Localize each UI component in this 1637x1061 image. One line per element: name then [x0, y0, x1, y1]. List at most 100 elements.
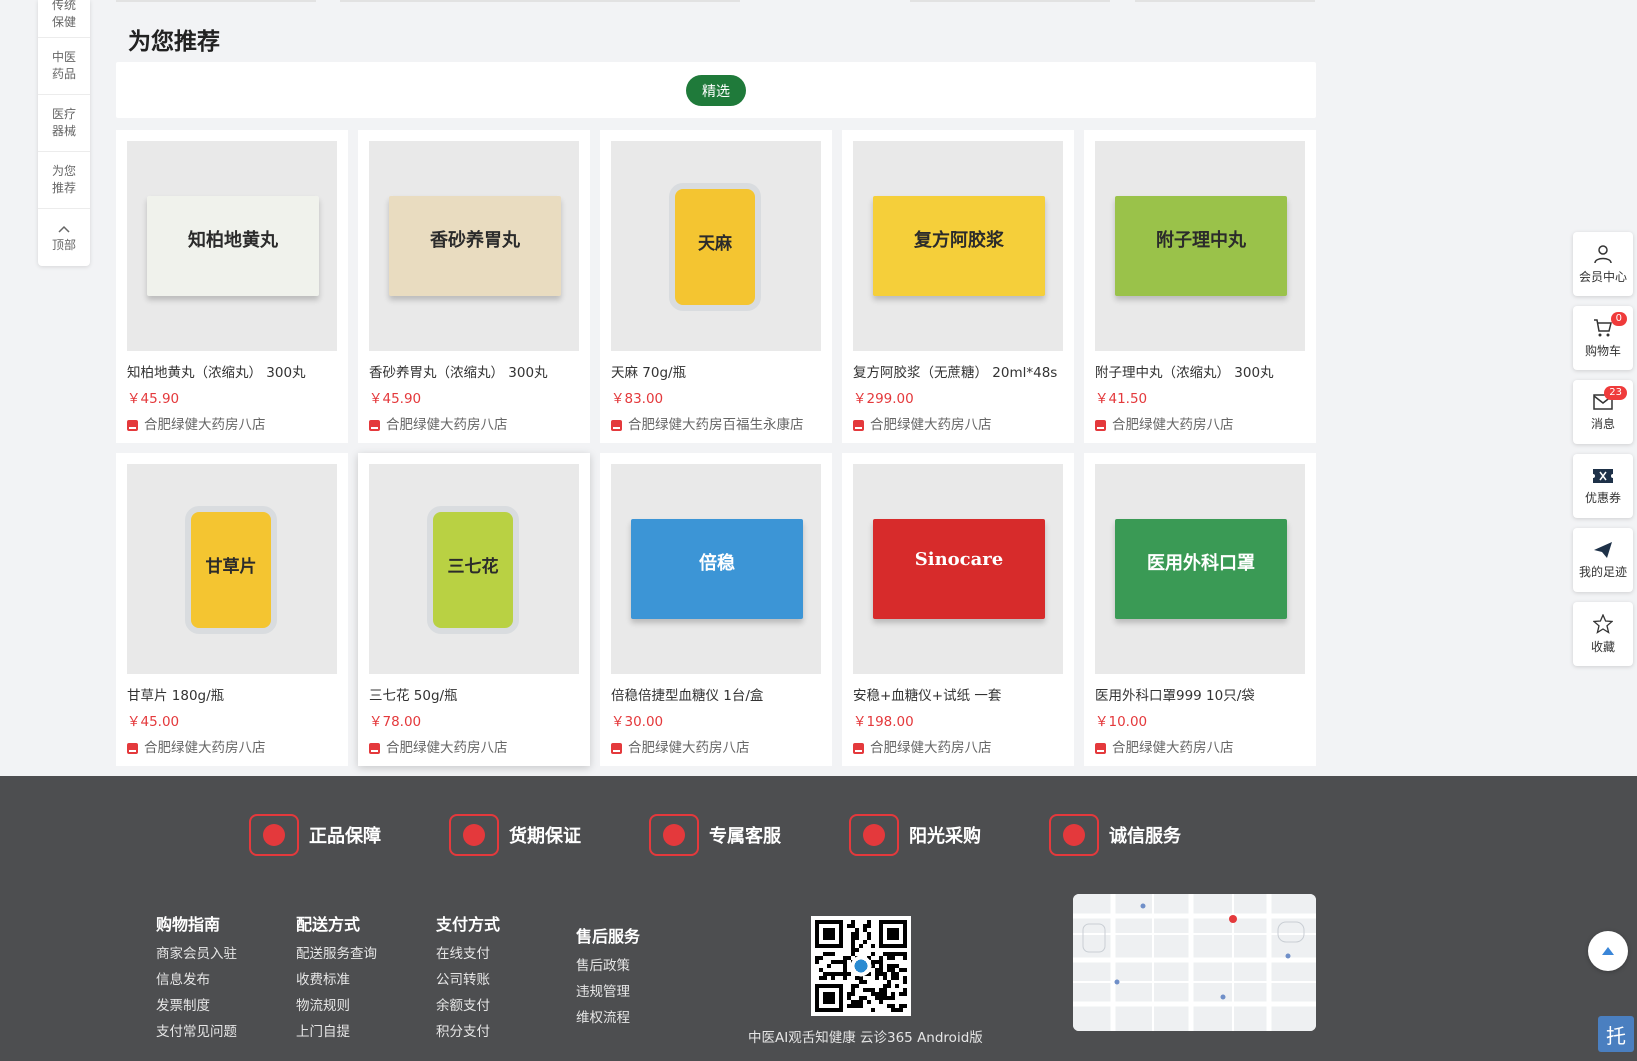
footer-link[interactable]: 售后政策 [576, 953, 640, 979]
product-image[interactable]: 倍稳 [611, 464, 821, 674]
footer-link[interactable]: 商家会员入驻 [156, 941, 237, 967]
product-shop[interactable]: 合肥绿健大药房百福生永康店 [611, 416, 821, 434]
floor-nav-label: 中医药品 [51, 50, 76, 81]
floor-nav-item[interactable]: 传统保健 [38, 0, 90, 38]
footer-link[interactable]: 维权流程 [576, 1005, 640, 1031]
product-card[interactable]: 天麻天麻 70g/瓶 ￥83.00 合肥绿健大药房百福生永康店 [600, 130, 832, 443]
floor-nav-label: 为您推荐 [51, 164, 76, 195]
product-image[interactable]: 附子理中丸 [1095, 141, 1305, 351]
product-price: ￥198.00 [853, 714, 914, 730]
back-to-top-nav[interactable]: 顶部 [38, 209, 90, 266]
footer-link[interactable]: 违规管理 [576, 979, 640, 1005]
coupons-button[interactable]: 优惠券 [1573, 454, 1633, 518]
footer-link[interactable]: 在线支付 [436, 941, 500, 967]
floor-nav-item[interactable]: 为您推荐 [38, 152, 90, 209]
footer-link[interactable]: 物流规则 [296, 993, 377, 1019]
product-image[interactable]: 复方阿胶浆 [853, 141, 1063, 351]
product-shop[interactable]: 合肥绿健大药房八店 [127, 739, 337, 757]
store-icon [853, 742, 864, 754]
product-image[interactable]: Sinocare [853, 464, 1063, 674]
product-shop[interactable]: 合肥绿健大药房八店 [127, 416, 337, 434]
footer-col-title: 配送方式 [296, 915, 361, 934]
product-name[interactable]: 三七花 50g/瓶 [369, 687, 579, 705]
floor-nav-item[interactable]: 中医药品 [38, 38, 90, 95]
product-name[interactable]: 安稳+血糖仪+试纸 一套 [853, 687, 1063, 705]
history-button[interactable]: 我的足迹 [1573, 528, 1633, 592]
footer-link[interactable]: 信息发布 [156, 967, 237, 993]
product-image[interactable]: 香砂养胃丸 [369, 141, 579, 351]
footer-col-title: 支付方式 [436, 915, 501, 934]
footer-link[interactable]: 发票制度 [156, 993, 237, 1019]
footer-link[interactable]: 收费标准 [296, 967, 377, 993]
footer-link[interactable]: 上门自提 [296, 1019, 377, 1045]
product-shop[interactable]: 合肥绿健大药房八店 [1095, 739, 1305, 757]
product-name[interactable]: 知柏地黄丸（浓缩丸） 300丸 [127, 364, 337, 382]
heart-icon [1049, 814, 1099, 856]
package-label: 倍稳 [699, 553, 735, 574]
scroll-top-button[interactable] [1588, 931, 1628, 971]
product-price: ￥299.00 [853, 391, 914, 407]
shield-icon [249, 814, 299, 856]
floor-nav-item[interactable]: 医疗器械 [38, 95, 90, 152]
product-image[interactable]: 天麻 [611, 141, 821, 351]
chevron-up-icon [58, 221, 70, 237]
cart-button[interactable]: 0 购物车 [1573, 306, 1633, 370]
store-icon [853, 419, 864, 431]
history-label: 我的足迹 [1578, 564, 1627, 579]
footer-link[interactable]: 配送服务查询 [296, 941, 377, 967]
product-card[interactable]: 三七花三七花 50g/瓶 ￥78.00 合肥绿健大药房八店 [358, 453, 590, 766]
product-price: ￥41.50 [1095, 391, 1148, 407]
product-image[interactable]: 医用外科口罩 [1095, 464, 1305, 674]
prev-section-edge [116, 0, 316, 2]
footer-link[interactable]: 支付常见问题 [156, 1019, 237, 1045]
product-shop[interactable]: 合肥绿健大药房八店 [369, 416, 579, 434]
product-card[interactable]: 医用外科口罩 医用外科口罩999 10只/袋 ￥10.00 合肥绿健大药房八店 [1084, 453, 1316, 766]
product-name[interactable]: 天麻 70g/瓶 [611, 364, 821, 382]
product-shop[interactable]: 合肥绿健大药房八店 [853, 416, 1063, 434]
product-name[interactable]: 倍稳倍捷型血糖仪 1台/盒 [611, 687, 821, 705]
product-name[interactable]: 医用外科口罩999 10只/袋 [1095, 687, 1305, 705]
product-price: ￥78.00 [369, 714, 422, 730]
product-name[interactable]: 复方阿胶浆（无蔗糖） 20ml*48s [853, 364, 1063, 382]
product-card[interactable]: 香砂养胃丸 香砂养胃丸（浓缩丸） 300丸 ￥45.90 合肥绿健大药房八店 [358, 130, 590, 443]
footer-link[interactable]: 积分支付 [436, 1019, 500, 1045]
product-shop[interactable]: 合肥绿健大药房八店 [369, 739, 579, 757]
footer-link[interactable]: 余额支付 [436, 993, 500, 1019]
messages-label: 消息 [1590, 416, 1615, 431]
product-name[interactable]: 甘草片 180g/瓶 [127, 687, 337, 705]
product-shop[interactable]: 合肥绿健大药房八店 [611, 739, 821, 757]
triangle-up-icon [1602, 947, 1614, 955]
package-label: 天麻 [698, 234, 732, 254]
product-card[interactable]: 甘草片 甘草片 180g/瓶 ￥45.00 合肥绿健大药房八店 [116, 453, 348, 766]
product-price: ￥83.00 [611, 391, 664, 407]
product-name[interactable]: 香砂养胃丸（浓缩丸） 300丸 [369, 364, 579, 382]
product-shop[interactable]: 合肥绿健大药房八店 [853, 739, 1063, 757]
guarantee-label: 诚信服务 [1109, 826, 1181, 847]
tab-featured[interactable]: 精选 [686, 75, 746, 106]
store-icon [1095, 419, 1106, 431]
ticket-icon [1593, 468, 1613, 483]
store-icon [611, 419, 622, 431]
product-image[interactable]: 知柏地黄丸 [127, 141, 337, 351]
product-package: 知柏地黄丸 [147, 196, 319, 296]
shop-name: 合肥绿健大药房八店 [144, 740, 266, 756]
online-service-button[interactable]: 托 [1598, 1016, 1634, 1052]
footer-link[interactable]: 公司转账 [436, 967, 500, 993]
product-card[interactable]: 复方阿胶浆复方阿胶浆（无蔗糖） 20ml*48s ￥299.00 合肥绿健大药房八店 [842, 130, 1074, 443]
product-card[interactable]: 附子理中丸附子理中丸（浓缩丸） 300丸 ￥41.50 合肥绿健大药房八店 [1084, 130, 1316, 443]
store-map[interactable] [1073, 894, 1316, 1031]
product-image[interactable]: 三七花 [369, 464, 579, 674]
product-card[interactable]: 知柏地黄丸 知柏地黄丸（浓缩丸） 300丸 ￥45.90 合肥绿健大药房八店 [116, 130, 348, 443]
shop-name: 合肥绿健大药房八店 [1112, 740, 1234, 756]
messages-button[interactable]: 23 消息 [1573, 380, 1633, 444]
favorites-button[interactable]: 收藏 [1573, 602, 1633, 666]
package-label: 三七花 [447, 557, 499, 577]
product-name[interactable]: 附子理中丸（浓缩丸） 300丸 [1095, 364, 1305, 382]
member-center-button[interactable]: 会员中心 [1573, 232, 1633, 296]
product-shop[interactable]: 合肥绿健大药房八店 [1095, 416, 1305, 434]
guarantee-item: 阳光采购 [849, 814, 981, 856]
product-image[interactable]: 甘草片 [127, 464, 337, 674]
product-card[interactable]: Sinocare 安稳+血糖仪+试纸 一套 ￥198.00 合肥绿健大药房八店 [842, 453, 1074, 766]
product-card[interactable]: 倍稳 倍稳倍捷型血糖仪 1台/盒 ￥30.00 合肥绿健大药房八店 [600, 453, 832, 766]
store-icon [1095, 742, 1106, 754]
